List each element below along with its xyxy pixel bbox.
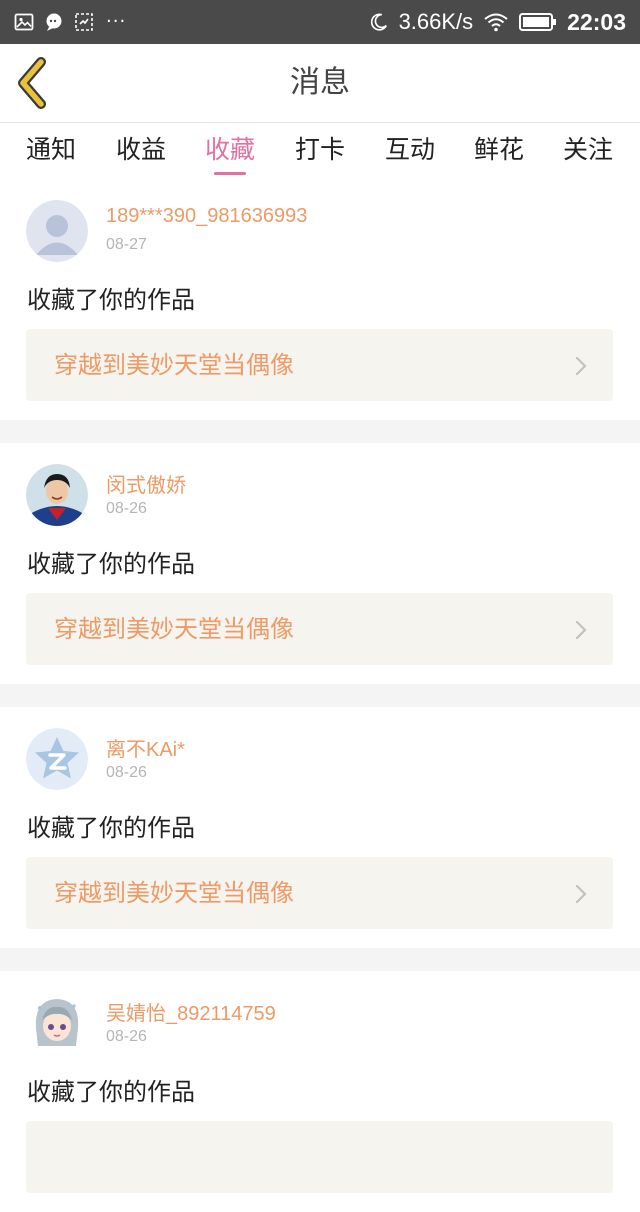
tab-label: 互动 (384, 135, 435, 164)
favorites-feed: 189***390_981636993 08-27 收藏了你的作品 穿越到美妙天… (0, 179, 640, 1212)
chevron-left-icon (18, 57, 46, 109)
work-link[interactable]: 穿越到美妙天堂当偶像 (26, 857, 613, 929)
chat-icon (44, 12, 64, 32)
work-title: 穿越到美妙天堂当偶像 (54, 615, 294, 643)
list-item: 吴婧怡_892114759 08-26 收藏了你的作品 (0, 971, 640, 1212)
page-title: 消息 (290, 65, 350, 100)
tab-checkin[interactable]: 打卡 (280, 123, 360, 179)
divider (0, 948, 640, 971)
tab-active-indicator (214, 172, 246, 175)
tab-notifications[interactable]: 通知 (11, 123, 91, 179)
tab-bar: 通知 收益 收藏 打卡 互动 鲜花 关注 (0, 123, 640, 179)
tab-label: 关注 (562, 135, 613, 164)
timestamp: 08-26 (106, 500, 147, 517)
wifi-icon (483, 12, 509, 32)
action-text: 收藏了你的作品 (27, 286, 195, 314)
action-text: 收藏了你的作品 (27, 1078, 195, 1106)
work-link[interactable]: 穿越到美妙天堂当偶像 (26, 329, 613, 401)
tab-label: 收藏 (204, 135, 255, 164)
status-bar-system: 3.66K/s 22:03 (369, 0, 626, 44)
username[interactable]: 吴婧怡_892114759 (106, 997, 276, 1026)
clock: 22:03 (567, 8, 626, 35)
tab-flowers[interactable]: 鲜花 (459, 123, 539, 179)
work-title: 穿越到美妙天堂当偶像 (54, 879, 294, 907)
back-button[interactable] (10, 56, 60, 110)
avatar[interactable] (26, 200, 88, 262)
avatar[interactable] (26, 464, 88, 526)
list-item: 189***390_981636993 08-27 收藏了你的作品 穿越到美妙天… (0, 179, 640, 420)
avatar[interactable] (26, 728, 88, 790)
chevron-right-icon (575, 620, 587, 640)
photo-avatar (26, 464, 88, 526)
username[interactable]: 离不KAi* (106, 733, 185, 762)
anime-avatar (26, 992, 88, 1054)
status-bar: ··· 3.66K/s 22:03 (0, 0, 640, 44)
status-bar-notifications: ··· (14, 0, 126, 44)
tab-label: 通知 (25, 135, 76, 164)
work-link[interactable] (26, 1121, 613, 1193)
tab-interaction[interactable]: 互动 (370, 123, 450, 179)
timestamp: 08-27 (106, 236, 147, 253)
list-item: 闵式傲娇 08-26 收藏了你的作品 穿越到美妙天堂当偶像 (0, 443, 640, 684)
battery-icon (519, 12, 557, 32)
username[interactable]: 闵式傲娇 (106, 469, 186, 498)
divider (0, 420, 640, 443)
timestamp: 08-26 (106, 1028, 147, 1045)
timestamp: 08-26 (106, 764, 147, 781)
tab-label: 鲜花 (473, 135, 524, 164)
tab-label: 打卡 (294, 135, 345, 164)
chevron-right-icon (575, 884, 587, 904)
default-avatar-icon (26, 200, 88, 262)
action-text: 收藏了你的作品 (27, 550, 195, 578)
action-text: 收藏了你的作品 (27, 814, 195, 842)
tab-favorites[interactable]: 收藏 (190, 123, 270, 179)
tab-earnings[interactable]: 收益 (101, 123, 181, 179)
image-icon (14, 12, 34, 32)
work-link[interactable]: 穿越到美妙天堂当偶像 (26, 593, 613, 665)
network-speed: 3.66K/s (398, 9, 474, 34)
tab-follow[interactable]: 关注 (548, 123, 628, 179)
chevron-right-icon (575, 356, 587, 376)
qq-star-avatar-icon (26, 728, 88, 790)
app-header: 消息 (0, 44, 640, 123)
more-dots-icon: ··· (106, 11, 127, 32)
list-item: 离不KAi* 08-26 收藏了你的作品 穿越到美妙天堂当偶像 (0, 707, 640, 948)
avatar[interactable] (26, 992, 88, 1054)
work-title: 穿越到美妙天堂当偶像 (54, 351, 294, 379)
moon-icon (369, 12, 389, 32)
screenshot-icon (74, 12, 94, 32)
tab-label: 收益 (115, 135, 166, 164)
divider (0, 684, 640, 707)
username[interactable]: 189***390_981636993 (106, 205, 307, 228)
